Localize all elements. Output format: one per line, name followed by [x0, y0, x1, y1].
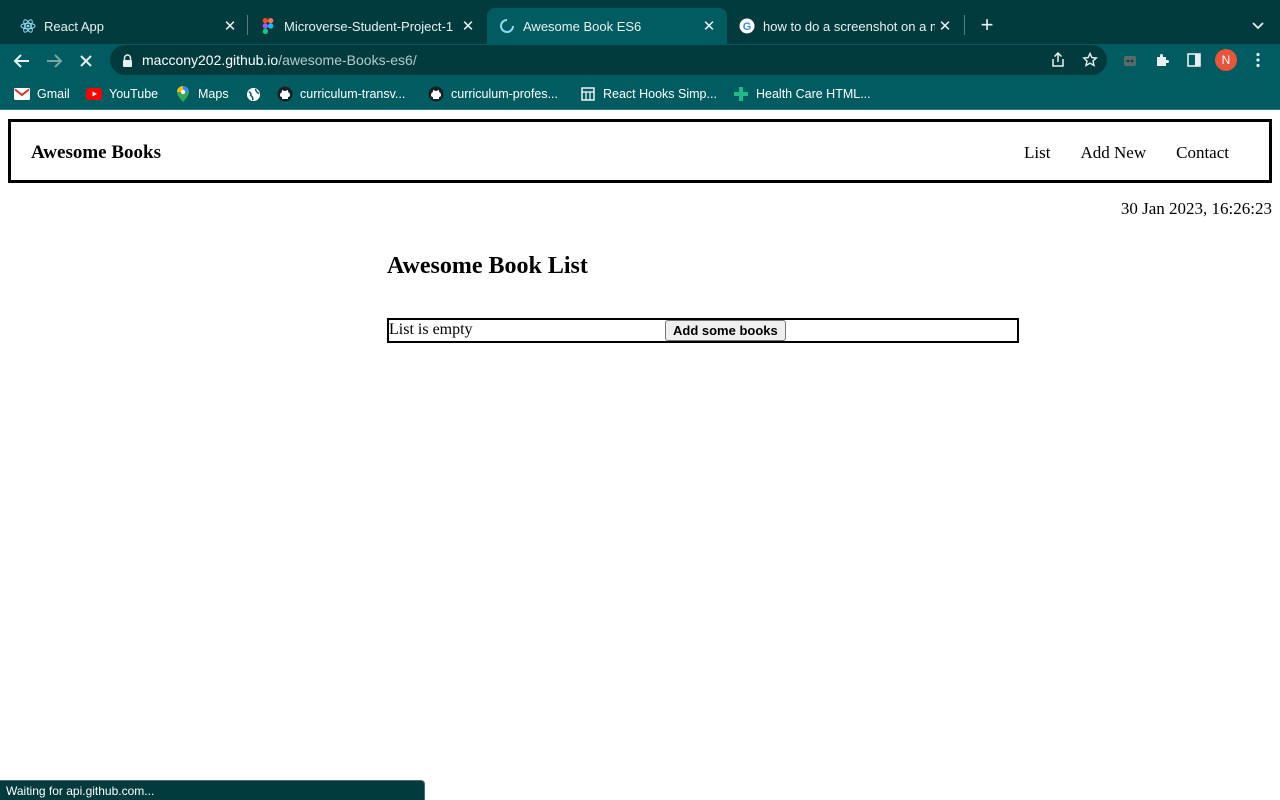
bookmark-globe[interactable] [245, 84, 268, 104]
url-host: maccony202.github.io [142, 52, 279, 68]
site-logo: Awesome Books [31, 142, 162, 163]
gmail-icon [14, 86, 30, 102]
tab-title: Microverse-Student-Project-1 [284, 18, 454, 34]
extensions-puzzle-icon[interactable] [1151, 49, 1173, 71]
svg-text:G: G [743, 21, 752, 33]
nav-links: List Add New Contact [994, 143, 1229, 163]
bookmark-label: React Hooks Simp... [603, 87, 717, 101]
bookmark-page-icon [580, 86, 596, 102]
profile-avatar[interactable]: N [1215, 49, 1237, 71]
close-icon[interactable]: ✕ [458, 16, 478, 36]
back-arrow-icon[interactable] [9, 48, 35, 74]
bookmark-curriculum-transversal[interactable]: curriculum-transv... [277, 84, 405, 104]
new-tab-button[interactable]: + [974, 12, 1000, 38]
bookmark-curriculum-professional[interactable]: curriculum-profes... [428, 84, 558, 104]
book-list: List is empty Add some books [387, 318, 1019, 343]
bookmark-gmail[interactable]: Gmail [14, 84, 70, 104]
empty-list-message: List is empty [389, 321, 473, 338]
bookmark-react-hooks[interactable]: React Hooks Simp... [580, 84, 717, 104]
url-path: /awesome-Books-es6/ [278, 52, 417, 68]
bookmark-label: Health Care HTML... [756, 87, 871, 101]
bookmark-label: curriculum-profes... [451, 87, 558, 101]
star-bookmark-icon[interactable] [1080, 50, 1100, 70]
bookmark-label: YouTube [109, 87, 159, 101]
bookmark-youtube[interactable]: YouTube [86, 84, 158, 104]
github-icon [277, 86, 293, 102]
browser-tab-strip: React App ✕ Microverse-Student-Project-1… [0, 0, 1280, 44]
figma-icon [260, 18, 276, 34]
bookmarks-bar: Gmail YouTube Maps curriculum-transv... … [0, 77, 1280, 110]
stop-loading-icon[interactable] [73, 48, 99, 74]
bookmark-health-care[interactable]: Health Care HTML... [733, 84, 871, 104]
tab-title: React App [44, 18, 104, 34]
side-panel-icon[interactable] [1183, 49, 1205, 71]
nav-link-add-new[interactable]: Add New [1080, 143, 1146, 163]
lock-icon [120, 53, 134, 67]
github-icon [428, 86, 444, 102]
kebab-menu-icon[interactable] [1247, 49, 1269, 71]
close-icon[interactable]: ✕ [935, 16, 955, 36]
google-icon: G [739, 18, 755, 34]
tab-separator [964, 15, 965, 35]
bookmark-label: Maps [198, 87, 229, 101]
globe-icon [245, 86, 261, 102]
chevron-down-icon[interactable] [1246, 13, 1270, 37]
tab-react-app[interactable]: React App ✕ [8, 8, 248, 44]
forward-arrow-icon[interactable] [41, 48, 67, 74]
page-viewport: Awesome Books List Add New Contact 30 Ja… [0, 111, 1280, 800]
address-bar[interactable]: maccony202.github.io/awesome-Books-es6/ [110, 45, 1107, 75]
nav-link-list[interactable]: List [1024, 143, 1050, 163]
tab-awesome-book[interactable]: Awesome Book ES6 ✕ [487, 8, 727, 44]
health-cross-icon [733, 86, 749, 102]
tab-title: Awesome Book ES6 [523, 18, 642, 34]
page-title: Awesome Book List [387, 253, 588, 279]
tab-google-search[interactable]: G how to do a screenshot on a m ✕ [727, 8, 963, 44]
share-icon[interactable] [1048, 50, 1068, 70]
url-text: maccony202.github.io/awesome-Books-es6/ [142, 52, 417, 68]
react-icon [20, 18, 36, 34]
site-navbar: Awesome Books List Add New Contact [8, 119, 1272, 183]
current-datetime: 30 Jan 2023, 16:26:23 [1120, 199, 1272, 218]
bookmark-label: Gmail [37, 87, 70, 101]
tab-microverse[interactable]: Microverse-Student-Project-1 ✕ [248, 8, 486, 44]
loading-spinner-icon [499, 18, 515, 34]
browser-toolbar: maccony202.github.io/awesome-Books-es6/ … [0, 44, 1280, 77]
tab-title: how to do a screenshot on a m [763, 18, 935, 34]
close-icon[interactable]: ✕ [699, 16, 719, 36]
add-some-books-button[interactable]: Add some books [665, 320, 786, 341]
close-icon[interactable]: ✕ [220, 16, 240, 36]
nav-link-contact[interactable]: Contact [1176, 143, 1229, 163]
bookmark-maps[interactable]: Maps [175, 84, 229, 104]
bookmark-label: curriculum-transv... [300, 87, 406, 101]
extension-robot-icon[interactable] [1119, 49, 1141, 71]
maps-icon [175, 86, 191, 102]
youtube-icon [86, 86, 102, 102]
status-bar: Waiting for api.github.com... [0, 780, 425, 800]
